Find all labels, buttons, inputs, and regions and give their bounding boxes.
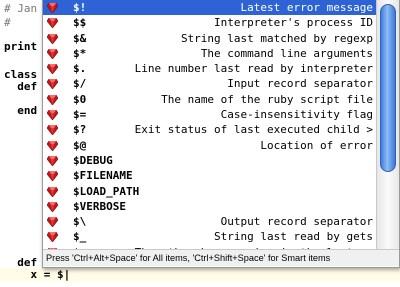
ruby-gem-icon xyxy=(47,94,58,105)
completion-item-name: $\ xyxy=(73,215,87,229)
completion-item-name: $? xyxy=(73,123,87,137)
ruby-gem-icon xyxy=(47,217,58,228)
code-line-def: def xyxy=(4,80,38,93)
completion-item-name: $* xyxy=(73,46,87,60)
completion-item-description: Case-insensitivity flag xyxy=(220,108,373,122)
completion-item-description: Input record separator xyxy=(227,77,373,91)
completion-item-description: String last matched by regexp xyxy=(180,31,373,45)
ruby-gem-icon xyxy=(47,155,58,166)
ruby-gem-icon xyxy=(47,125,58,136)
ruby-gem-icon xyxy=(47,64,58,75)
completion-item-description: Location of error xyxy=(260,138,373,152)
completion-item-description: Latest error message xyxy=(240,1,373,14)
completion-item[interactable]: $/ Input record separator xyxy=(43,76,376,91)
completion-item[interactable]: $! Latest error message xyxy=(43,0,376,16)
completion-item-description: Interpreter's process ID xyxy=(214,16,373,30)
completion-item-description: String last read by gets xyxy=(214,230,373,244)
completion-item[interactable]: $DEBUG xyxy=(43,153,376,168)
ruby-gem-icon xyxy=(47,3,58,13)
ruby-gem-icon xyxy=(47,140,58,151)
completion-item[interactable]: $* The command line arguments xyxy=(43,46,376,61)
completion-item-name: $! xyxy=(73,1,87,14)
code-line-current[interactable]: x = $| xyxy=(0,268,400,282)
completion-item[interactable]: $. Line number last read by interpreter xyxy=(43,61,376,76)
completion-item[interactable]: $_ String last read by gets xyxy=(43,229,376,244)
completion-item-name: $/ xyxy=(73,77,87,91)
ruby-gem-icon xyxy=(47,186,58,197)
completion-item-name: $$ xyxy=(73,16,87,30)
completion-item-name: $_ xyxy=(73,230,87,244)
ruby-gem-icon xyxy=(47,33,58,44)
completion-item[interactable]: $LOAD_PATH xyxy=(43,184,376,199)
ruby-gem-icon xyxy=(47,232,58,243)
completion-item-description: Output record separator xyxy=(220,215,373,229)
completion-item-name: $DEBUG xyxy=(73,153,113,167)
completion-item[interactable]: $@ Location of error xyxy=(43,138,376,153)
ruby-gem-icon xyxy=(47,110,58,121)
completion-item-name: $LOAD_PATH xyxy=(73,184,140,198)
ruby-gem-icon xyxy=(47,201,58,212)
completion-item-description: Exit status of last executed child > xyxy=(134,123,373,137)
ruby-gem-icon xyxy=(47,48,58,59)
code-line-print: print xyxy=(4,40,38,53)
code-line-comment: # xyxy=(4,16,11,29)
ruby-gem-icon xyxy=(47,18,58,29)
code-line-end: end xyxy=(4,104,38,117)
completion-item[interactable]: $? Exit status of last executed child > xyxy=(43,122,376,137)
completion-item[interactable]: $= Case-insensitivity flag xyxy=(43,107,376,122)
completion-item-name: $& xyxy=(73,31,87,45)
scrollbar[interactable] xyxy=(376,0,399,249)
completion-item-description: The command line arguments xyxy=(200,46,373,60)
ruby-gem-icon xyxy=(47,79,58,90)
completion-item[interactable]: $$ Interpreter's process ID xyxy=(43,15,376,30)
ruby-gem-icon xyxy=(47,171,58,182)
popup-status-hint: Press 'Ctrl+Alt+Space' for All items, 'C… xyxy=(43,249,399,266)
completion-item-name: $VERBOSE xyxy=(73,199,126,213)
completion-item[interactable]: $& String last matched by regexp xyxy=(43,31,376,46)
completion-item-name: $0 xyxy=(73,92,87,106)
autocomplete-popup[interactable]: $! Latest error message $$ Interpreter's pr… xyxy=(42,0,400,268)
completion-list[interactable]: $! Latest error message $$ Interpreter's pr… xyxy=(43,0,376,260)
completion-item-name: $@ xyxy=(73,138,87,152)
completion-item-description: The name of the ruby script file xyxy=(161,92,373,106)
completion-item[interactable]: $VERBOSE xyxy=(43,199,376,214)
scrollbar-thumb[interactable] xyxy=(380,4,396,172)
completion-item-name: $FILENAME xyxy=(73,169,133,183)
completion-item[interactable]: $\ Output record separator xyxy=(43,214,376,229)
completion-item-name: $. xyxy=(73,62,87,76)
completion-item-description: Line number last read by interpreter xyxy=(134,62,373,76)
completion-item[interactable]: $0 The name of the ruby script file xyxy=(43,92,376,107)
code-line-comment: # Jan xyxy=(4,2,38,15)
completion-item[interactable]: $FILENAME xyxy=(43,168,376,183)
completion-item-name: $= xyxy=(73,108,87,122)
